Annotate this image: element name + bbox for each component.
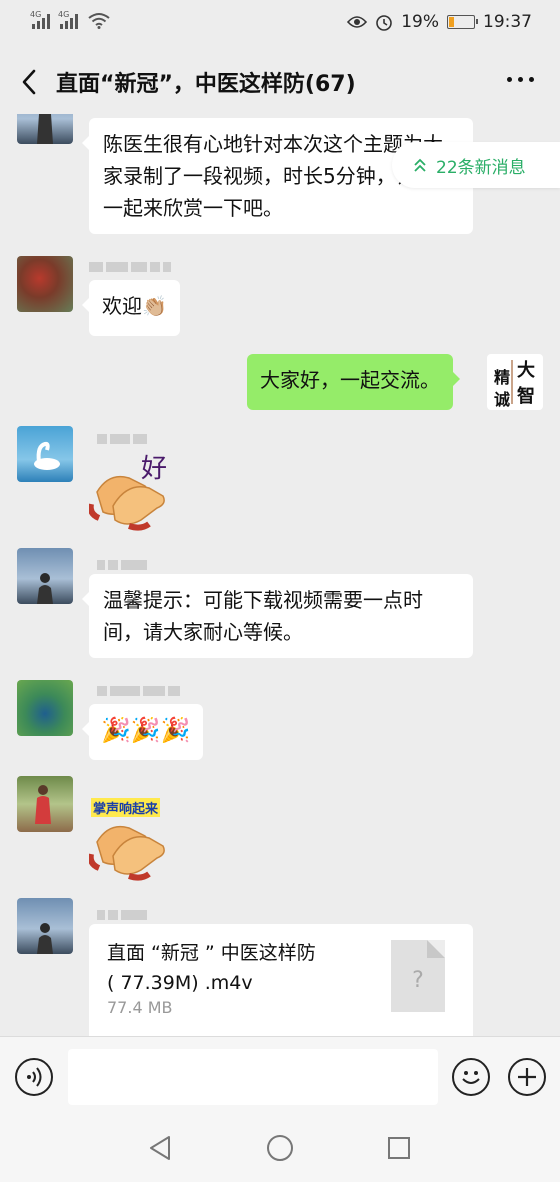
message-input[interactable]: [68, 1049, 438, 1105]
sender-name: [97, 434, 147, 444]
sender-name: [89, 262, 171, 272]
new-messages-label: 22条新消息: [436, 157, 526, 178]
more-options-icon[interactable]: [507, 77, 534, 82]
battery-percent: 19%: [401, 12, 439, 32]
avatar[interactable]: [17, 898, 73, 954]
input-bar: [0, 1036, 560, 1118]
wifi-icon: [88, 13, 110, 29]
battery-icon: [447, 15, 478, 29]
message-bubble[interactable]: 🎉🎉🎉: [82, 704, 203, 760]
avatar[interactable]: [17, 426, 73, 482]
message-bubble[interactable]: 欢迎👏🏼: [82, 280, 180, 336]
signal-icon: 4G: [58, 10, 78, 29]
message-bubble[interactable]: 温馨提示：可能下载视频需要一点时间，请大家耐心等候。: [82, 574, 473, 658]
plus-icon: [518, 1068, 536, 1086]
sticker-text: 掌声响起来: [91, 798, 161, 817]
voice-icon: [27, 1067, 42, 1087]
emoji-button[interactable]: [452, 1058, 490, 1096]
signal-icon: 4G: [30, 10, 50, 29]
file-message[interactable]: 直面 “新冠 ” 中医这样防 ( 77.39M) .m4v 77.4 MB ?: [89, 924, 473, 1036]
network-type-label: 4G: [58, 10, 70, 19]
unknown-file-icon: ?: [391, 940, 445, 1012]
avatar[interactable]: [17, 114, 73, 144]
sender-name: [97, 910, 147, 920]
avatar[interactable]: [17, 776, 73, 832]
chat-area[interactable]: 陈医生很有心地针对本次这个主题为大家录制了一段视频，时长5分钟，让我们一起来欣赏…: [0, 114, 560, 1036]
signal-indicators: 4G 4G: [30, 10, 110, 29]
chat-title: 直面“新冠”，中医这样防(67): [56, 72, 356, 97]
status-bar: 4G 4G 19% 19:37: [0, 0, 560, 48]
file-size: 77.4 MB: [107, 998, 173, 1017]
my-avatar[interactable]: 大 智 精 诚: [487, 354, 543, 410]
avatar[interactable]: [17, 680, 73, 736]
back-triangle-icon[interactable]: [148, 1135, 172, 1161]
sender-name: [97, 560, 147, 570]
my-message-bubble[interactable]: 大家好，一起交流。: [247, 354, 460, 410]
message-text: 大家好，一起交流。: [260, 368, 440, 392]
network-type-label: 4G: [30, 10, 42, 19]
chat-header: 直面“新冠”，中医这样防(67): [0, 48, 560, 114]
avatar-character: 精: [494, 368, 511, 387]
smiley-icon: [462, 1071, 480, 1084]
file-name: 直面 “新冠 ” 中医这样防 ( 77.39M) .m4v: [107, 942, 316, 994]
back-arrow-icon[interactable]: [18, 68, 42, 96]
message-text: 欢迎👏🏼: [102, 294, 167, 318]
message-text: 🎉🎉🎉: [101, 716, 191, 744]
home-circle-icon[interactable]: [266, 1134, 294, 1162]
sender-name: [97, 686, 180, 696]
double-chevron-up-icon: [414, 158, 426, 172]
clock: 19:37: [483, 12, 532, 32]
status-right: 19% 19:37: [347, 12, 532, 32]
applause-sticker[interactable]: 掌声响起来: [87, 798, 173, 882]
message-text: 温馨提示：可能下载视频需要一点时间，请大家耐心等候。: [103, 588, 423, 644]
avatar-character: 诚: [494, 390, 511, 409]
eye-icon: [347, 16, 368, 28]
clapping-sticker[interactable]: 好: [87, 448, 173, 532]
recents-square-icon[interactable]: [387, 1136, 411, 1160]
voice-input-button[interactable]: [15, 1058, 53, 1096]
more-functions-button[interactable]: [508, 1058, 546, 1096]
avatar[interactable]: [17, 548, 73, 604]
system-navigation-bar: [0, 1118, 560, 1182]
alarm-icon: [376, 15, 393, 31]
avatar-character: 智: [517, 386, 535, 407]
avatar[interactable]: [17, 256, 73, 312]
sticker-text: 好: [141, 454, 168, 484]
avatar-character: 大: [517, 360, 535, 381]
new-messages-button[interactable]: 22条新消息: [392, 142, 560, 188]
